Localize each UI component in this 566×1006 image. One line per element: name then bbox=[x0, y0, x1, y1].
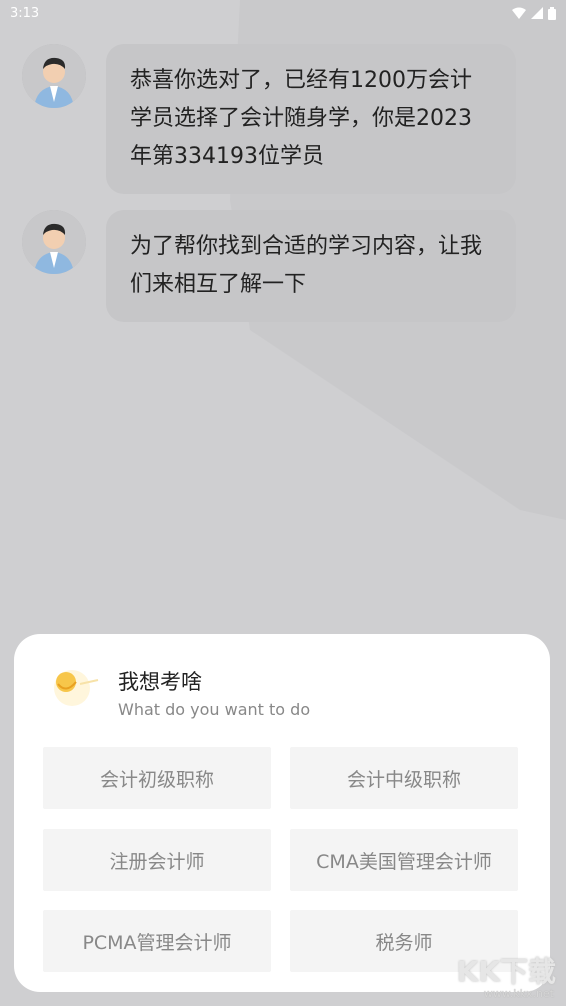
exam-choice-sheet: 我想考啥 What do you want to do 会计初级职称 会计中级职… bbox=[14, 634, 550, 992]
watermark-brand: KK下载 bbox=[456, 955, 556, 988]
avatar-person-icon bbox=[22, 44, 86, 108]
sheet-title: 我想考啥 bbox=[118, 670, 202, 694]
avatar-person-icon bbox=[22, 210, 86, 274]
avatar bbox=[22, 210, 86, 274]
avatar bbox=[22, 44, 86, 108]
watermark-url: www.kkx.net bbox=[483, 987, 554, 1000]
option-kuaiji-zhongji[interactable]: 会计中级职称 bbox=[290, 747, 518, 809]
status-time: 3:13 bbox=[10, 5, 40, 21]
watermark: KK下载 www.kkx.net bbox=[440, 950, 560, 1000]
message-bubble: 为了帮你找到合适的学习内容，让我们来相互了解一下 bbox=[106, 210, 516, 322]
status-bar: 3:13 bbox=[0, 0, 566, 26]
option-pcma[interactable]: PCMA管理会计师 bbox=[43, 910, 271, 972]
chat-message: 恭喜你选对了，已经有1200万会计学员选择了会计随身学，你是2023年第3341… bbox=[22, 44, 516, 194]
status-icons bbox=[512, 6, 556, 20]
message-bubble: 恭喜你选对了，已经有1200万会计学员选择了会计随身学，你是2023年第3341… bbox=[106, 44, 516, 194]
option-cma[interactable]: CMA美国管理会计师 bbox=[290, 829, 518, 891]
option-cpa[interactable]: 注册会计师 bbox=[43, 829, 271, 891]
signal-icon bbox=[531, 7, 543, 19]
lightbulb-icon bbox=[54, 670, 99, 706]
chat-message: 为了帮你找到合适的学习内容，让我们来相互了解一下 bbox=[22, 210, 516, 322]
sheet-subtitle: What do you want to do bbox=[118, 700, 311, 719]
battery-icon bbox=[548, 6, 556, 20]
option-kuaiji-chuji[interactable]: 会计初级职称 bbox=[43, 747, 271, 809]
wifi-icon bbox=[512, 7, 526, 19]
